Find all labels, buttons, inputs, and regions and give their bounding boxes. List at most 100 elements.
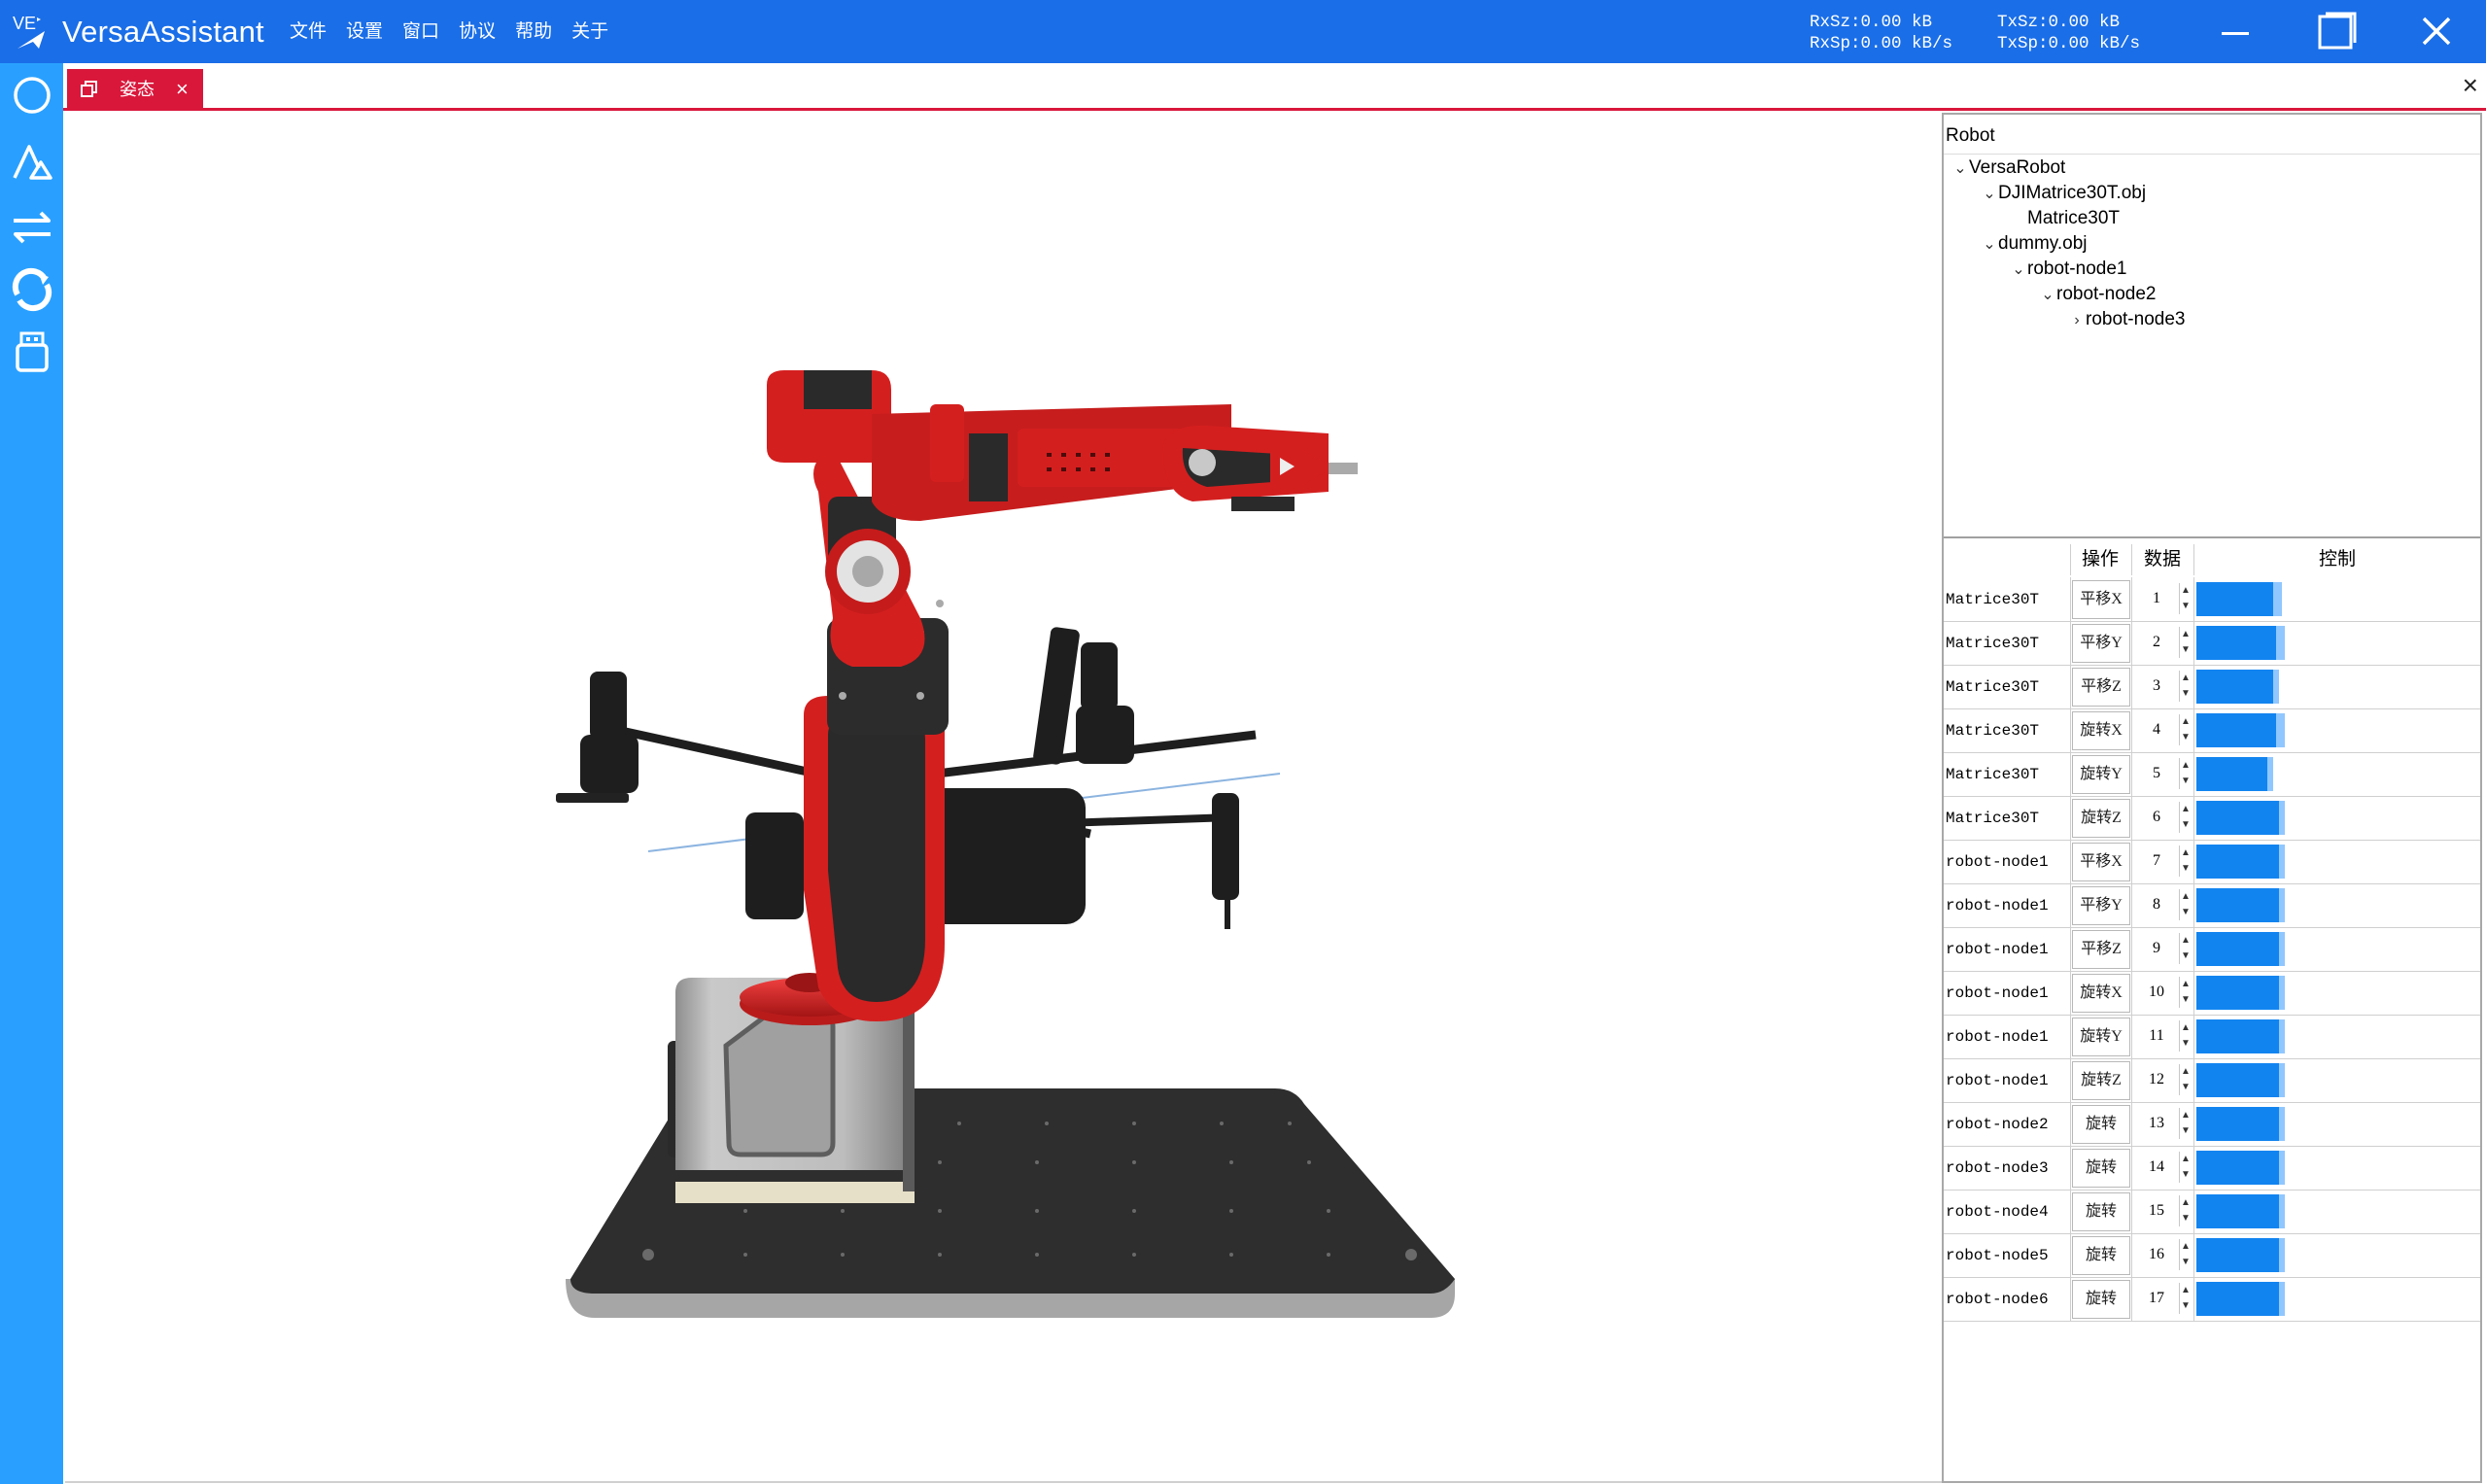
- control-slider[interactable]: [2196, 845, 2480, 879]
- slider-fill[interactable]: [2196, 888, 2279, 922]
- spin-arrows-icon[interactable]: ▲ ▼: [2179, 1152, 2192, 1183]
- spinbox-value[interactable]: 4: [2135, 712, 2178, 747]
- data-spinbox[interactable]: 7 ▲ ▼: [2135, 844, 2192, 879]
- spinbox-value[interactable]: 2: [2135, 625, 2178, 660]
- operation-button[interactable]: 平移Y: [2072, 624, 2130, 663]
- data-spinbox[interactable]: 12 ▲ ▼: [2135, 1062, 2192, 1097]
- chevron-right-icon[interactable]: ›: [2068, 308, 2086, 333]
- control-slider[interactable]: [2196, 713, 2480, 747]
- refresh-arrows-icon[interactable]: [10, 267, 54, 312]
- spinbox-value[interactable]: 1: [2135, 581, 2178, 616]
- slider-fill[interactable]: [2196, 670, 2273, 704]
- usb-device-icon[interactable]: [10, 329, 54, 374]
- slider-fill[interactable]: [2196, 1282, 2279, 1316]
- spin-arrows-icon[interactable]: ▲ ▼: [2179, 1064, 2192, 1095]
- operation-button[interactable]: 旋转Y: [2072, 755, 2130, 794]
- tab-close-button[interactable]: ×: [176, 77, 189, 102]
- data-spinbox[interactable]: 17 ▲ ▼: [2135, 1281, 2192, 1316]
- operation-button[interactable]: 旋转: [2072, 1149, 2130, 1188]
- menu-help[interactable]: 帮助: [513, 19, 554, 45]
- data-spinbox[interactable]: 8 ▲ ▼: [2135, 887, 2192, 922]
- spin-arrows-icon[interactable]: ▲ ▼: [2179, 1020, 2192, 1052]
- control-slider[interactable]: [2196, 976, 2480, 1010]
- operation-button[interactable]: 平移Z: [2072, 668, 2130, 707]
- operation-button[interactable]: 旋转: [2072, 1280, 2130, 1319]
- spin-arrows-icon[interactable]: ▲ ▼: [2179, 846, 2192, 877]
- slider-fill[interactable]: [2196, 1151, 2279, 1185]
- spinbox-value[interactable]: 11: [2135, 1018, 2178, 1053]
- slider-fill[interactable]: [2196, 1063, 2279, 1097]
- slider-fill[interactable]: [2196, 1107, 2279, 1141]
- control-slider[interactable]: [2196, 1194, 2480, 1228]
- operation-button[interactable]: 旋转: [2072, 1236, 2130, 1275]
- operation-button[interactable]: 平移Y: [2072, 886, 2130, 925]
- spin-arrows-icon[interactable]: ▲ ▼: [2179, 977, 2192, 1008]
- spinbox-value[interactable]: 10: [2135, 975, 2178, 1010]
- operation-button[interactable]: 旋转Y: [2072, 1018, 2130, 1056]
- chevron-down-icon[interactable]: ⌄: [2039, 283, 2056, 308]
- spin-arrows-icon[interactable]: ▲ ▼: [2179, 671, 2192, 702]
- spinbox-value[interactable]: 7: [2135, 844, 2178, 879]
- control-slider[interactable]: [2196, 1151, 2480, 1185]
- tree-node-matrice30t[interactable]: Matrice30T: [2010, 206, 2120, 231]
- spin-arrows-icon[interactable]: ▲ ▼: [2179, 802, 2192, 833]
- data-spinbox[interactable]: 9 ▲ ▼: [2135, 931, 2192, 966]
- chevron-down-icon[interactable]: ⌄: [1951, 156, 1969, 182]
- circle-icon[interactable]: [10, 73, 54, 118]
- menu-about[interactable]: 关于: [570, 19, 610, 45]
- chevron-down-icon[interactable]: ⌄: [1981, 232, 1998, 258]
- operation-button[interactable]: 平移X: [2072, 580, 2130, 619]
- control-slider[interactable]: [2196, 1019, 2480, 1053]
- chevron-down-icon[interactable]: ⌄: [1981, 182, 1998, 207]
- data-spinbox[interactable]: 5 ▲ ▼: [2135, 756, 2192, 791]
- operation-button[interactable]: 旋转X: [2072, 974, 2130, 1013]
- operation-button[interactable]: 平移Z: [2072, 930, 2130, 969]
- control-slider[interactable]: [2196, 1282, 2480, 1316]
- menu-protocol[interactable]: 协议: [457, 19, 498, 45]
- spinbox-value[interactable]: 16: [2135, 1237, 2178, 1272]
- slider-fill[interactable]: [2196, 845, 2279, 879]
- control-slider[interactable]: [2196, 1238, 2480, 1272]
- minimize-button[interactable]: [2202, 8, 2266, 56]
- spinbox-value[interactable]: 6: [2135, 800, 2178, 835]
- operation-button[interactable]: 旋转Z: [2072, 799, 2130, 838]
- operation-button[interactable]: 旋转X: [2072, 711, 2130, 750]
- slider-fill[interactable]: [2196, 1019, 2279, 1053]
- spin-arrows-icon[interactable]: ▲ ▼: [2179, 1195, 2192, 1226]
- spin-arrows-icon[interactable]: ▲ ▼: [2179, 714, 2192, 745]
- operation-button[interactable]: 旋转Z: [2072, 1061, 2130, 1100]
- spinbox-value[interactable]: 8: [2135, 887, 2178, 922]
- menu-file[interactable]: 文件: [288, 19, 328, 45]
- spin-arrows-icon[interactable]: ▲ ▼: [2179, 1108, 2192, 1139]
- spin-arrows-icon[interactable]: ▲ ▼: [2179, 889, 2192, 920]
- data-spinbox[interactable]: 15 ▲ ▼: [2135, 1193, 2192, 1228]
- slider-fill[interactable]: [2196, 626, 2276, 660]
- spinbox-value[interactable]: 5: [2135, 756, 2178, 791]
- slider-fill[interactable]: [2196, 932, 2279, 966]
- data-spinbox[interactable]: 3 ▲ ▼: [2135, 669, 2192, 704]
- operation-button[interactable]: 旋转: [2072, 1105, 2130, 1144]
- control-slider[interactable]: [2196, 1063, 2480, 1097]
- control-slider[interactable]: [2196, 888, 2480, 922]
- tree-node-robot-node1[interactable]: ⌄ robot-node1: [2010, 257, 2126, 283]
- tree-node-robot-node3[interactable]: › robot-node3: [2068, 307, 2185, 333]
- spinbox-value[interactable]: 13: [2135, 1106, 2178, 1141]
- slider-fill[interactable]: [2196, 757, 2267, 791]
- spinbox-value[interactable]: 15: [2135, 1193, 2178, 1228]
- close-panel-button[interactable]: ×: [2463, 71, 2478, 100]
- data-spinbox[interactable]: 1 ▲ ▼: [2135, 581, 2192, 616]
- 3d-viewport[interactable]: [65, 113, 1945, 1483]
- spinbox-value[interactable]: 17: [2135, 1281, 2178, 1316]
- data-spinbox[interactable]: 4 ▲ ▼: [2135, 712, 2192, 747]
- triangle-shapes-icon[interactable]: [10, 139, 54, 184]
- spinbox-value[interactable]: 9: [2135, 931, 2178, 966]
- maximize-button[interactable]: [2301, 8, 2365, 56]
- menu-settings[interactable]: 设置: [344, 19, 385, 45]
- data-spinbox[interactable]: 14 ▲ ▼: [2135, 1150, 2192, 1185]
- slider-fill[interactable]: [2196, 1238, 2279, 1272]
- control-slider[interactable]: [2196, 801, 2480, 835]
- tree-node-robot-node2[interactable]: ⌄ robot-node2: [2039, 282, 2156, 308]
- tree-node-versarobot[interactable]: ⌄ VersaRobot: [1951, 155, 2065, 182]
- data-spinbox[interactable]: 10 ▲ ▼: [2135, 975, 2192, 1010]
- spin-arrows-icon[interactable]: ▲ ▼: [2179, 627, 2192, 658]
